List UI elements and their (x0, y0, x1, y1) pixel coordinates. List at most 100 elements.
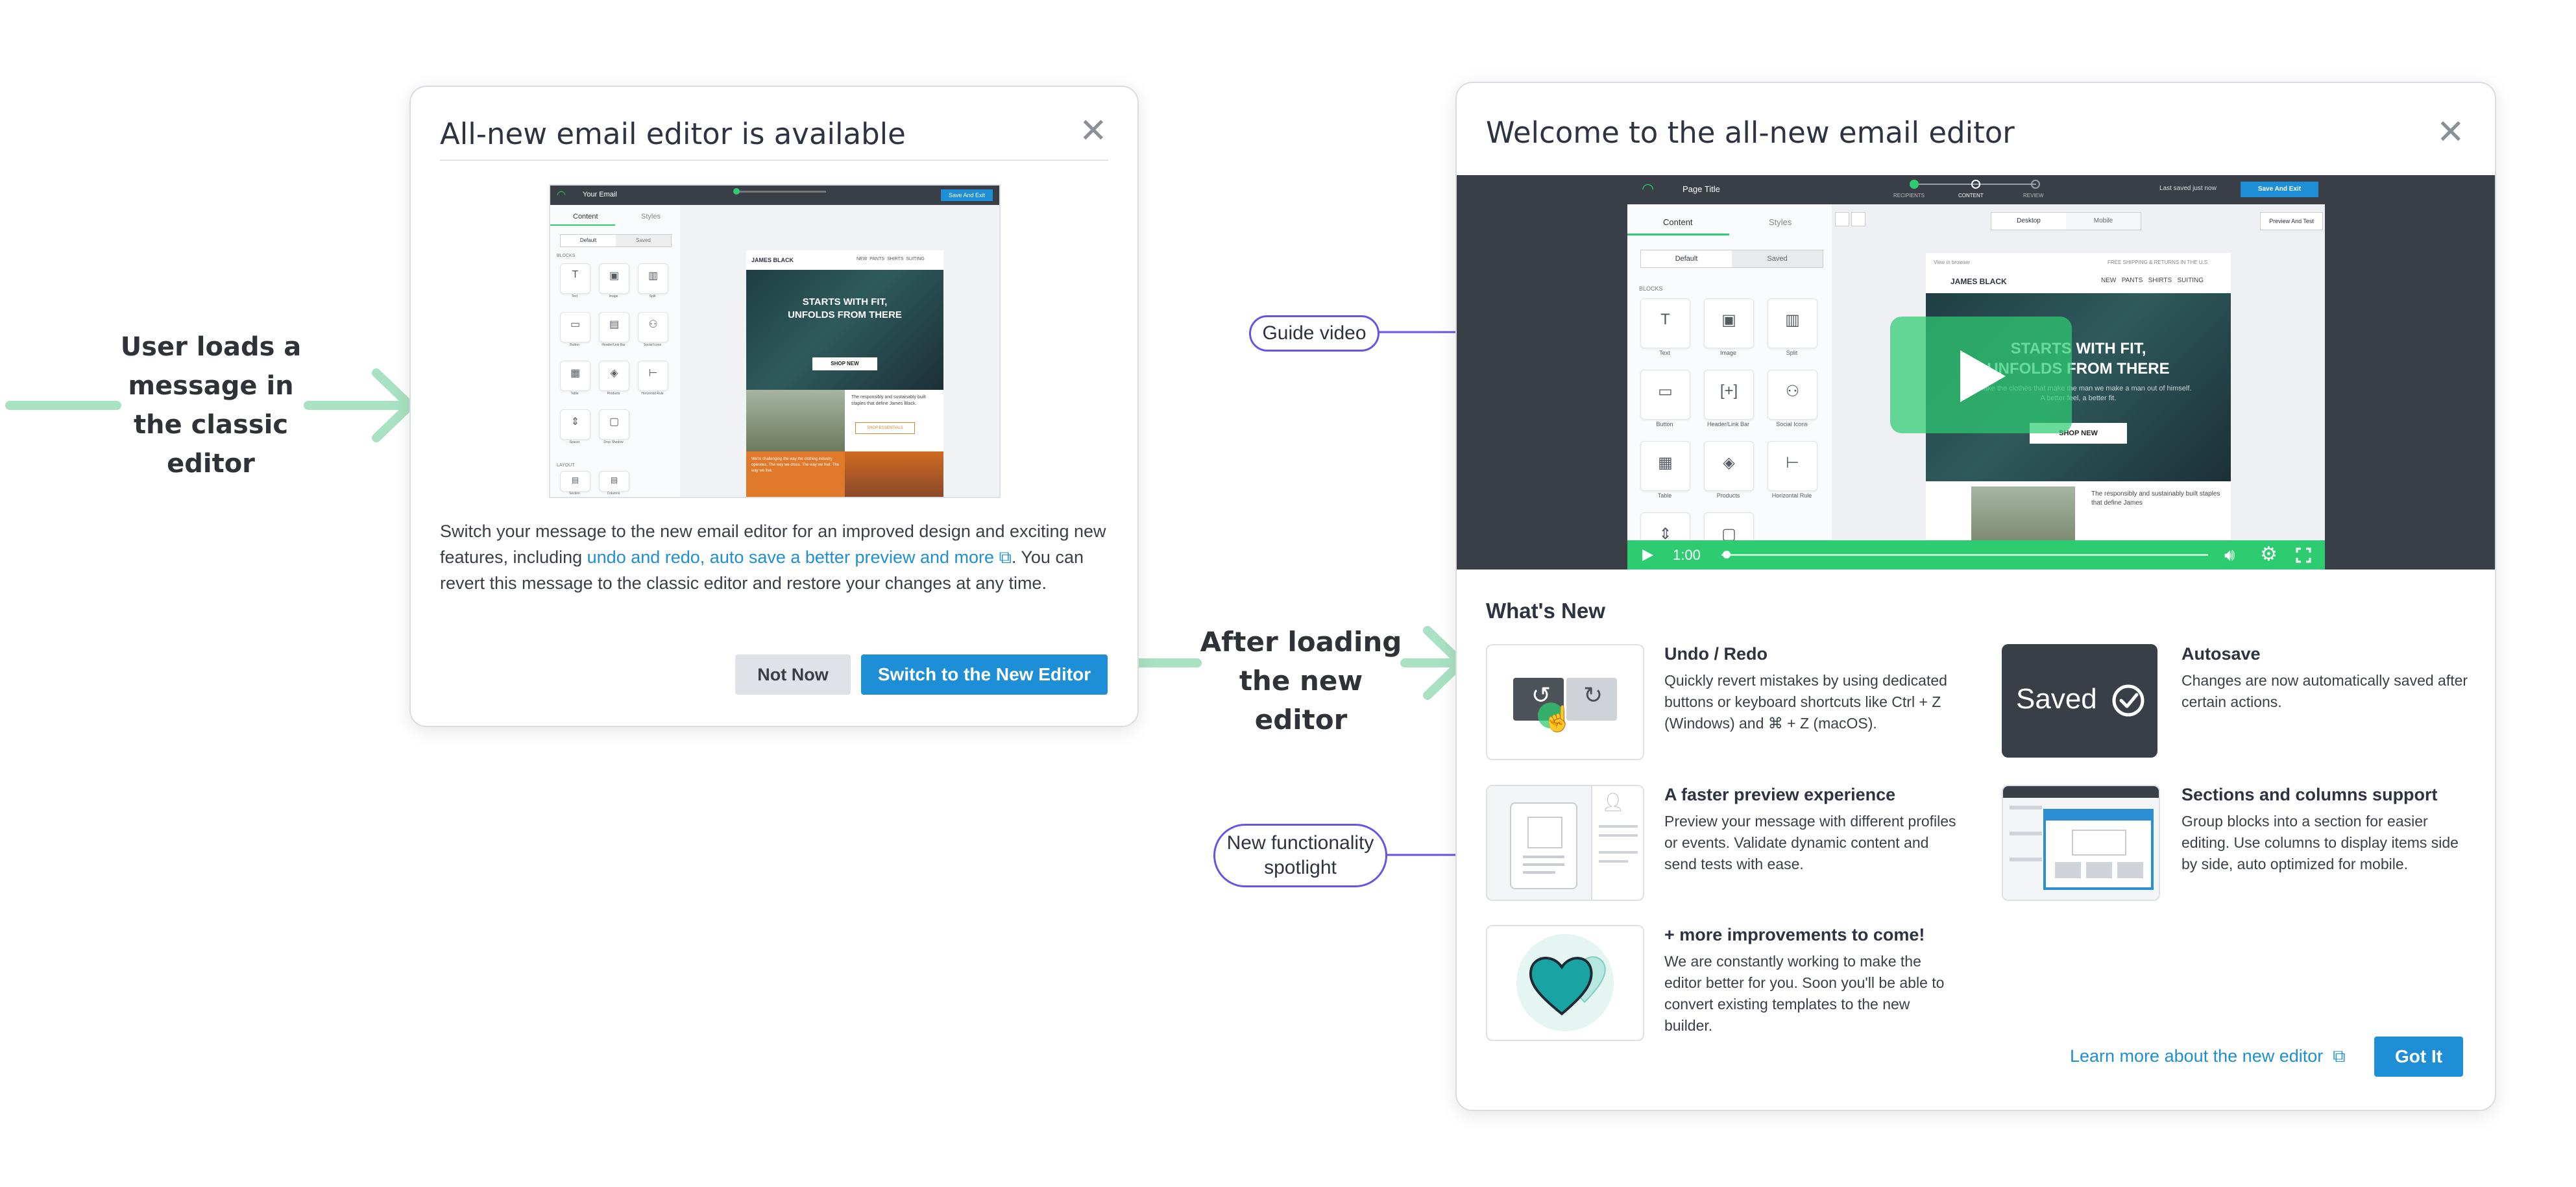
video-block-label: Products (1716, 492, 1740, 499)
switch-to-new-editor-button[interactable]: Switch to the New Editor (861, 654, 1108, 695)
classic-thumb-tab-styles: Styles (641, 213, 661, 221)
video-block-tile: ⊢ (1768, 441, 1817, 491)
profile-panel: 👤︎ (1591, 786, 1643, 900)
video-step-dot-3 (2031, 180, 2040, 189)
classic-block-tile: ▣ (599, 263, 629, 294)
video-block-label: Social Icons (1776, 421, 1808, 427)
external-link-icon: ⧉ (2333, 1046, 2346, 1066)
classic-thumb-shop-essentials: SHOP ESSENTIALS (855, 422, 915, 434)
arrow-head-classic (372, 368, 415, 442)
volume-icon[interactable]: 🔊︎ (2224, 545, 2235, 566)
classic-thumb-tab-underline (550, 224, 615, 226)
classic-block-label: Header/Link Bar (601, 343, 626, 347)
video-save-exit: Save And Exit (2241, 182, 2318, 197)
classic-block-label: Text (571, 294, 578, 298)
classic-thumb-hero-text: STARTS WITH FIT, UNFOLDS FROM THERE (788, 296, 902, 320)
video-tab-styles: Styles (1769, 217, 1792, 227)
phone-preview-icon (1510, 802, 1577, 889)
video-play-overlay[interactable] (1890, 317, 2072, 433)
undo-redo-thumbnail: ↺ ↻ ☝ (1486, 644, 1644, 760)
video-blocks-label: BLOCKS (1639, 285, 1663, 292)
video-block-tile: T (1640, 298, 1690, 348)
video-block-label: Horizontal Rule (1771, 492, 1812, 499)
feature-title-more: + more improvements to come! (1664, 925, 1925, 944)
new-editor-modal: Welcome to the all-new email editor ✕ ◠ … (1455, 82, 2496, 1111)
video-block-tile: ▥ (1768, 298, 1817, 348)
video-preview-test: Preview And Test (2260, 212, 2323, 230)
video-block-tile: ◈ (1704, 441, 1754, 491)
feature-title-sections: Sections and columns support (2181, 785, 2438, 804)
video-block-label: Header/Link Bar (1707, 421, 1750, 427)
classic-thumb-sidebar: Content Styles Default Saved BLOCKS T Tex… (550, 205, 681, 497)
classic-block-label: Drop Shadow (603, 440, 624, 444)
classic-block-tile: ▭ (560, 312, 590, 342)
classic-layout-tile: ▤ (599, 471, 629, 492)
classic-block-tile: ⚇ (638, 312, 668, 342)
video-brand: JAMES BLACK (1950, 277, 2007, 286)
feature-desc-more: We are constantly working to make the ed… (1664, 953, 1945, 1034)
classic-block-label: Social Icons (644, 343, 661, 347)
fullscreen-icon[interactable] (2296, 547, 2311, 563)
not-now-button[interactable]: Not Now (735, 654, 851, 695)
video-block-tile: ▣ (1704, 298, 1754, 348)
video-progress-knob[interactable] (1722, 551, 1731, 558)
classic-block-label: Table (570, 392, 579, 396)
video-block-tile: ▭ (1640, 370, 1690, 420)
feature-desc-undo-redo: Quickly revert mistakes by using dedicat… (1664, 672, 1947, 732)
got-it-button[interactable]: Got It (2374, 1037, 2463, 1077)
classic-thumb-title: Your Email (583, 191, 617, 198)
play-icon (1960, 350, 2006, 402)
classic-thumb-email: JAMES BLACK NEW PANTS SHIRTS SUITING STA… (746, 250, 943, 497)
classic-thumb-step-dot (733, 188, 740, 195)
video-editor-topbar: ◠ Page Title RECIPIENTS CONTENT REVIEW L… (1627, 175, 2325, 204)
classic-layout-label: Section (569, 492, 580, 496)
classic-thumb-photo-2 (845, 451, 943, 497)
classic-thumb-orange-block: We're challenging the way the clothing i… (746, 451, 845, 497)
classic-editor-modal: All-new email editor is available ✕ ◠ Yo… (409, 86, 1139, 727)
classic-thumb-nav: NEW PANTS SHIRTS SUITING (857, 257, 925, 261)
classic-block-tile: ◈ (599, 361, 629, 391)
learn-more-link[interactable]: Learn more about the new editor ⧉ (2070, 1046, 2346, 1067)
classic-thumb-layout-label: LAYOUT (557, 463, 575, 468)
callout-guide-video: Guide video (1249, 315, 1379, 352)
check-circle-icon (2112, 684, 2145, 717)
classic-layout-tile: ▤ (560, 471, 590, 492)
video-segment: Default Saved (1640, 250, 1823, 268)
video-last-saved: Last saved just now (2159, 185, 2217, 192)
classic-thumb-segment: Default Saved (560, 234, 672, 247)
features-link[interactable]: undo and redo, auto save a better previe… (587, 547, 994, 567)
feature-title-autosave: Autosave (2181, 644, 2261, 664)
video-tab-underline (1627, 234, 1729, 235)
external-link-icon[interactable]: ⧉ (999, 547, 1012, 567)
logo-icon: ◠ (557, 189, 566, 200)
autosave-saved-text: Saved (2016, 683, 2097, 715)
video-block-label: Image (1719, 350, 1736, 356)
play-button-icon[interactable] (1640, 548, 1655, 562)
classic-thumb-blocks-label: BLOCKS (557, 254, 576, 258)
video-progress-track[interactable] (1721, 554, 2208, 556)
classic-block-tile: ⊢ (638, 361, 668, 391)
classic-block-tile: ▥ (638, 263, 668, 294)
video-block-tile: [+] (1704, 370, 1754, 420)
redo-icon (1851, 212, 1865, 226)
video-block-label: Table (1657, 492, 1672, 499)
heart-icon (1529, 956, 1606, 1016)
classic-thumb-shop-new: SHOP NEW (812, 357, 877, 370)
guide-video-player[interactable]: ◠ Page Title RECIPIENTS CONTENT REVIEW L… (1457, 175, 2495, 570)
classic-block-label: Spacer (569, 440, 580, 444)
callout-new-functionality: New functionality spotlight (1213, 824, 1387, 887)
classic-thumb-seg-saved: Saved (636, 237, 651, 243)
video-tab-content: Content (1663, 217, 1693, 227)
video-block-tile: ⚇ (1768, 370, 1817, 420)
new-modal-title: Welcome to the all-new email editor (1486, 115, 2015, 150)
classic-block-tile: ▢ (599, 409, 629, 440)
feature-desc-sections: Group blocks into a section for easier e… (2181, 813, 2459, 872)
classic-block-label: Horizontal Rule (641, 392, 664, 396)
classic-block-tile: T (560, 263, 590, 294)
whats-new-heading: What's New (1486, 599, 1605, 623)
new-modal-close-icon[interactable]: ✕ (2436, 115, 2465, 149)
settings-gear-icon[interactable]: ⚙ (2260, 543, 2278, 566)
autosave-thumbnail: Saved (2002, 644, 2157, 758)
classic-modal-close-icon[interactable]: ✕ (1079, 114, 1108, 148)
feature-title-undo-redo: Undo / Redo (1664, 644, 1768, 664)
